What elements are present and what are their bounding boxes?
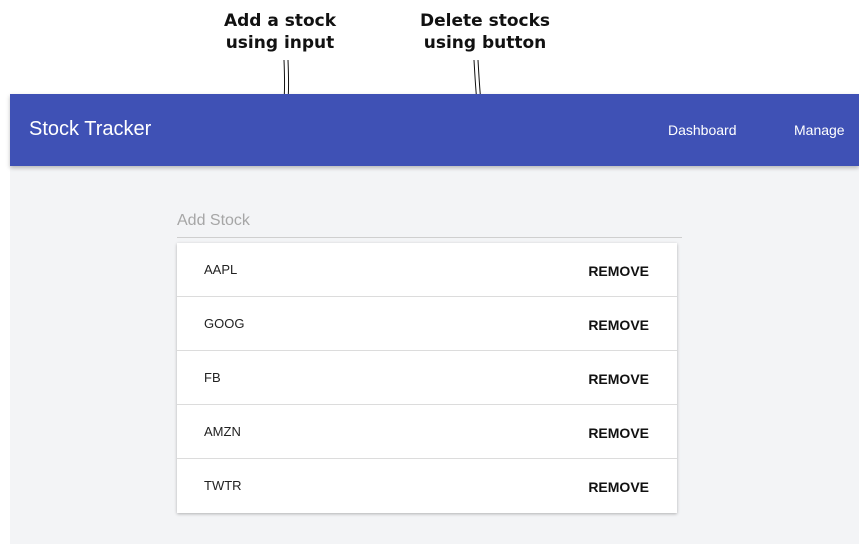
remove-button[interactable]: REMOVE: [578, 365, 659, 393]
remove-button[interactable]: REMOVE: [578, 311, 659, 339]
stock-symbol: AMZN: [204, 424, 241, 439]
nav-dashboard-link[interactable]: Dashboard: [668, 122, 737, 138]
stock-symbol: GOOG: [204, 316, 245, 331]
nav-manage-link[interactable]: Manage: [794, 122, 845, 138]
app-title: Stock Tracker: [29, 118, 152, 140]
annotation-delete-stocks: Delete stocks using button: [420, 11, 550, 53]
top-toolbar: Stock Tracker Dashboard Manage: [10, 94, 859, 166]
app-window: Stock Tracker Dashboard Manage AAPL REMO…: [10, 94, 859, 544]
screenshot-stage: Add a stock using input Delete stocks us…: [0, 0, 859, 544]
stock-row: GOOG REMOVE: [177, 297, 677, 351]
stock-row: AMZN REMOVE: [177, 405, 677, 459]
stock-list: AAPL REMOVE GOOG REMOVE FB REMOVE AMZN R…: [177, 243, 677, 513]
stock-row: FB REMOVE: [177, 351, 677, 405]
stock-symbol: TWTR: [204, 478, 242, 493]
remove-button[interactable]: REMOVE: [578, 419, 659, 447]
annotation-add-stock: Add a stock using input: [223, 11, 337, 53]
stock-symbol: AAPL: [204, 262, 238, 277]
remove-button[interactable]: REMOVE: [578, 257, 659, 285]
stock-symbol: FB: [204, 370, 221, 385]
add-stock-input[interactable]: [177, 208, 682, 238]
remove-button[interactable]: REMOVE: [578, 473, 659, 501]
stock-row: AAPL REMOVE: [177, 243, 677, 297]
stock-row: TWTR REMOVE: [177, 459, 677, 513]
